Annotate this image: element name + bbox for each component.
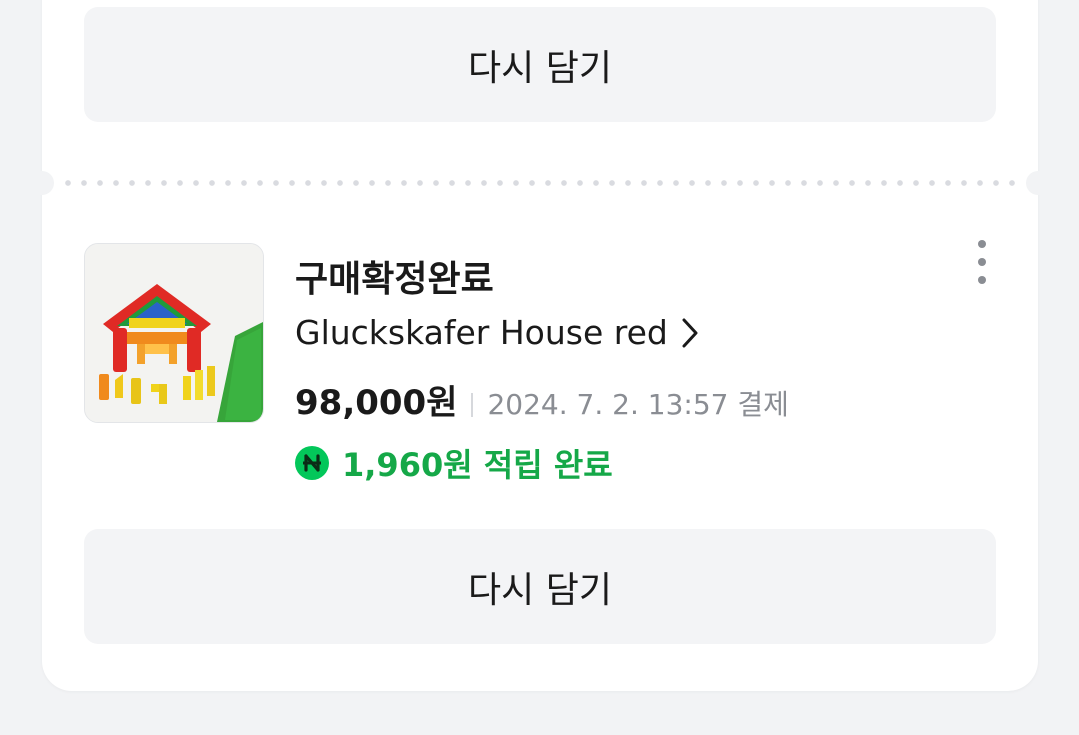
product-thumbnail[interactable] xyxy=(84,243,264,423)
re-add-to-cart-button[interactable]: 다시 담기 xyxy=(84,7,996,122)
points-reward: 1,960원 적립 완료 xyxy=(295,440,613,486)
payment-date: 2024. 7. 2. 13:57 결제 xyxy=(487,388,789,421)
naver-points-icon xyxy=(295,446,329,480)
order-card: 다시 담기 구매확정완료 Gluckskafer House red 98,00… xyxy=(30,0,1050,691)
reward-text: 1,960원 적립 완료 xyxy=(342,446,613,484)
order-status: 구매확정완료 xyxy=(295,259,494,300)
product-link[interactable]: Gluckskafer House red xyxy=(295,313,700,352)
product-name: Gluckskafer House red xyxy=(295,313,668,352)
more-vertical-icon[interactable] xyxy=(970,240,994,284)
price-line: 98,000원 2024. 7. 2. 13:57 결제 xyxy=(295,375,789,424)
re-add-to-cart-button[interactable]: 다시 담기 xyxy=(84,529,996,644)
product-image xyxy=(85,244,263,422)
chevron-right-icon xyxy=(682,318,698,347)
ticket-divider xyxy=(30,171,1050,195)
order-price: 98,000원 xyxy=(295,383,458,423)
separator xyxy=(471,393,474,417)
